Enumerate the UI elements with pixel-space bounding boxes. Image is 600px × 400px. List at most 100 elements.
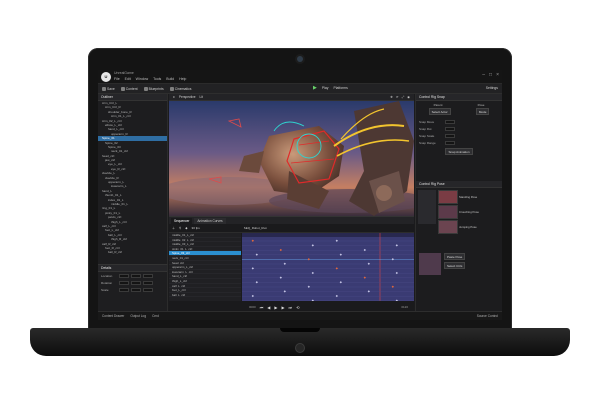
location-z-field[interactable] <box>143 273 153 278</box>
keyframe[interactable] <box>395 271 398 275</box>
menu-build[interactable]: Build <box>166 77 174 81</box>
pose-library-tab[interactable]: Control Rig Pose <box>416 181 502 188</box>
minimize-icon[interactable]: – <box>482 72 485 78</box>
camera-speed-icon[interactable]: ◉ <box>407 95 410 99</box>
keyframe[interactable] <box>391 258 394 261</box>
fps-dropdown[interactable]: 30 fps <box>192 226 200 230</box>
scale-x-field[interactable] <box>119 287 129 292</box>
maximize-icon[interactable]: □ <box>489 72 492 78</box>
move-tool-icon[interactable]: ✥ <box>390 95 393 99</box>
keyframe[interactable] <box>307 285 310 288</box>
keyframe[interactable] <box>307 258 310 261</box>
hamburger-icon[interactable]: ≡ <box>173 95 175 99</box>
keyframe[interactable] <box>283 262 286 265</box>
content-drawer-button[interactable]: Content Drawer <box>102 314 124 318</box>
scale-z-field[interactable] <box>143 287 153 292</box>
keyframe[interactable] <box>279 248 282 252</box>
keyframe[interactable] <box>339 253 342 256</box>
perspective-dropdown[interactable]: Perspective <box>179 95 196 99</box>
rotation-x-field[interactable] <box>119 280 129 285</box>
keyframe[interactable] <box>391 285 394 288</box>
play-icon[interactable]: ▶ <box>274 305 277 310</box>
output-log-button[interactable]: Output Log <box>130 314 146 318</box>
outliner-tab[interactable]: Outliner <box>98 94 167 101</box>
scale-tool-icon[interactable]: ⤢ <box>402 95 405 99</box>
keyframe[interactable] <box>251 239 254 242</box>
app-logo-icon[interactable]: U <box>101 72 111 82</box>
keyframe[interactable] <box>363 248 366 252</box>
cinematics-button[interactable]: Cinematics <box>169 86 191 91</box>
step-back-icon[interactable]: ◀ <box>267 305 270 310</box>
keyframe[interactable] <box>335 267 338 270</box>
keyframe[interactable] <box>363 276 366 279</box>
tab-animation-curves[interactable]: Animation Curves <box>194 217 226 224</box>
add-track-icon[interactable]: ＋ <box>172 226 175 230</box>
keyframe[interactable] <box>251 294 254 298</box>
keyframe[interactable] <box>395 299 398 302</box>
keyframe[interactable] <box>251 267 254 270</box>
paste-pose-button[interactable]: Paste Pose <box>444 253 466 260</box>
menu-file[interactable]: File <box>114 77 120 81</box>
select-ctrls-button[interactable]: Select Ctrls <box>444 262 466 269</box>
tab-sequencer[interactable]: Sequencer <box>171 217 193 224</box>
pose-item[interactable]: Standing Pose <box>438 190 500 204</box>
play-label[interactable]: Play <box>322 86 329 90</box>
snap-range-field[interactable] <box>445 140 455 145</box>
sequencer-tabs: Sequencer Animation Curves <box>169 217 414 224</box>
rotation-y-field[interactable] <box>131 280 141 285</box>
keyframe[interactable] <box>335 294 338 298</box>
keyframe[interactable] <box>311 299 314 302</box>
rotate-tool-icon[interactable]: ⟳ <box>396 95 399 99</box>
control-rig-snap-tab[interactable]: Control Rig Snap <box>416 94 502 101</box>
skip-forward-icon[interactable]: ⏭ <box>289 305 293 310</box>
snap-scale-field[interactable] <box>445 133 455 138</box>
step-forward-icon[interactable]: ▶ <box>281 305 284 310</box>
snap-animation-button[interactable]: Snap Animation <box>445 148 473 155</box>
skip-back-icon[interactable]: ⏮ <box>260 305 264 310</box>
location-y-field[interactable] <box>131 273 141 278</box>
snap-rot-field[interactable] <box>445 126 455 131</box>
keyframe[interactable] <box>339 281 342 284</box>
menu-tools[interactable]: Tools <box>153 77 161 81</box>
3d-viewport[interactable] <box>169 101 414 216</box>
keyframe[interactable] <box>255 253 258 256</box>
cmd-input[interactable]: Cmd <box>152 314 159 318</box>
scale-y-field[interactable] <box>131 287 141 292</box>
details-tab[interactable]: Details <box>98 265 167 272</box>
menu-help[interactable]: Help <box>179 77 186 81</box>
save-button[interactable]: Save <box>102 86 115 91</box>
keyframe[interactable] <box>367 290 370 293</box>
keyframe[interactable] <box>395 244 398 247</box>
track-row[interactable]: ball_L_ctrl <box>169 293 241 298</box>
keyframe[interactable] <box>255 281 258 284</box>
timeline-area[interactable] <box>242 233 414 302</box>
key-icon[interactable]: ◆ <box>185 226 187 230</box>
snap-move-field[interactable] <box>445 119 455 124</box>
keyframe[interactable] <box>311 271 314 275</box>
source-control-button[interactable]: Source Control <box>477 314 498 318</box>
select-actor-button[interactable]: Select Actor <box>428 108 451 115</box>
keyframe[interactable] <box>279 276 282 279</box>
keyframe[interactable] <box>335 239 338 242</box>
mode-button[interactable]: Mode <box>475 108 490 115</box>
location-x-field[interactable] <box>119 273 129 278</box>
pose-item[interactable]: Jumping Pose <box>438 220 500 234</box>
platforms-button[interactable]: Platforms <box>333 86 347 90</box>
loop-icon[interactable]: ⟲ <box>296 305 299 310</box>
outliner-row[interactable]: ball_R_ctrl <box>98 250 167 254</box>
lit-dropdown[interactable]: Lit <box>200 95 203 99</box>
filter-icon[interactable]: ⚲ <box>179 226 181 230</box>
blueprints-button[interactable]: Blueprints <box>143 86 164 91</box>
menu-edit[interactable]: Edit <box>125 77 131 81</box>
keyframe[interactable] <box>311 244 314 247</box>
close-icon[interactable]: × <box>496 72 499 78</box>
keyframe[interactable] <box>367 262 370 265</box>
keyframe[interactable] <box>283 290 286 293</box>
settings-button[interactable]: Settings <box>486 86 498 90</box>
pose-item[interactable]: Crouching Pose <box>438 205 500 219</box>
content-button[interactable]: Content <box>120 86 138 91</box>
menu-window[interactable]: Window <box>136 77 148 81</box>
play-icon[interactable]: ▶ <box>313 85 317 91</box>
pose-folder-tree[interactable] <box>418 190 436 224</box>
rotation-z-field[interactable] <box>143 280 153 285</box>
